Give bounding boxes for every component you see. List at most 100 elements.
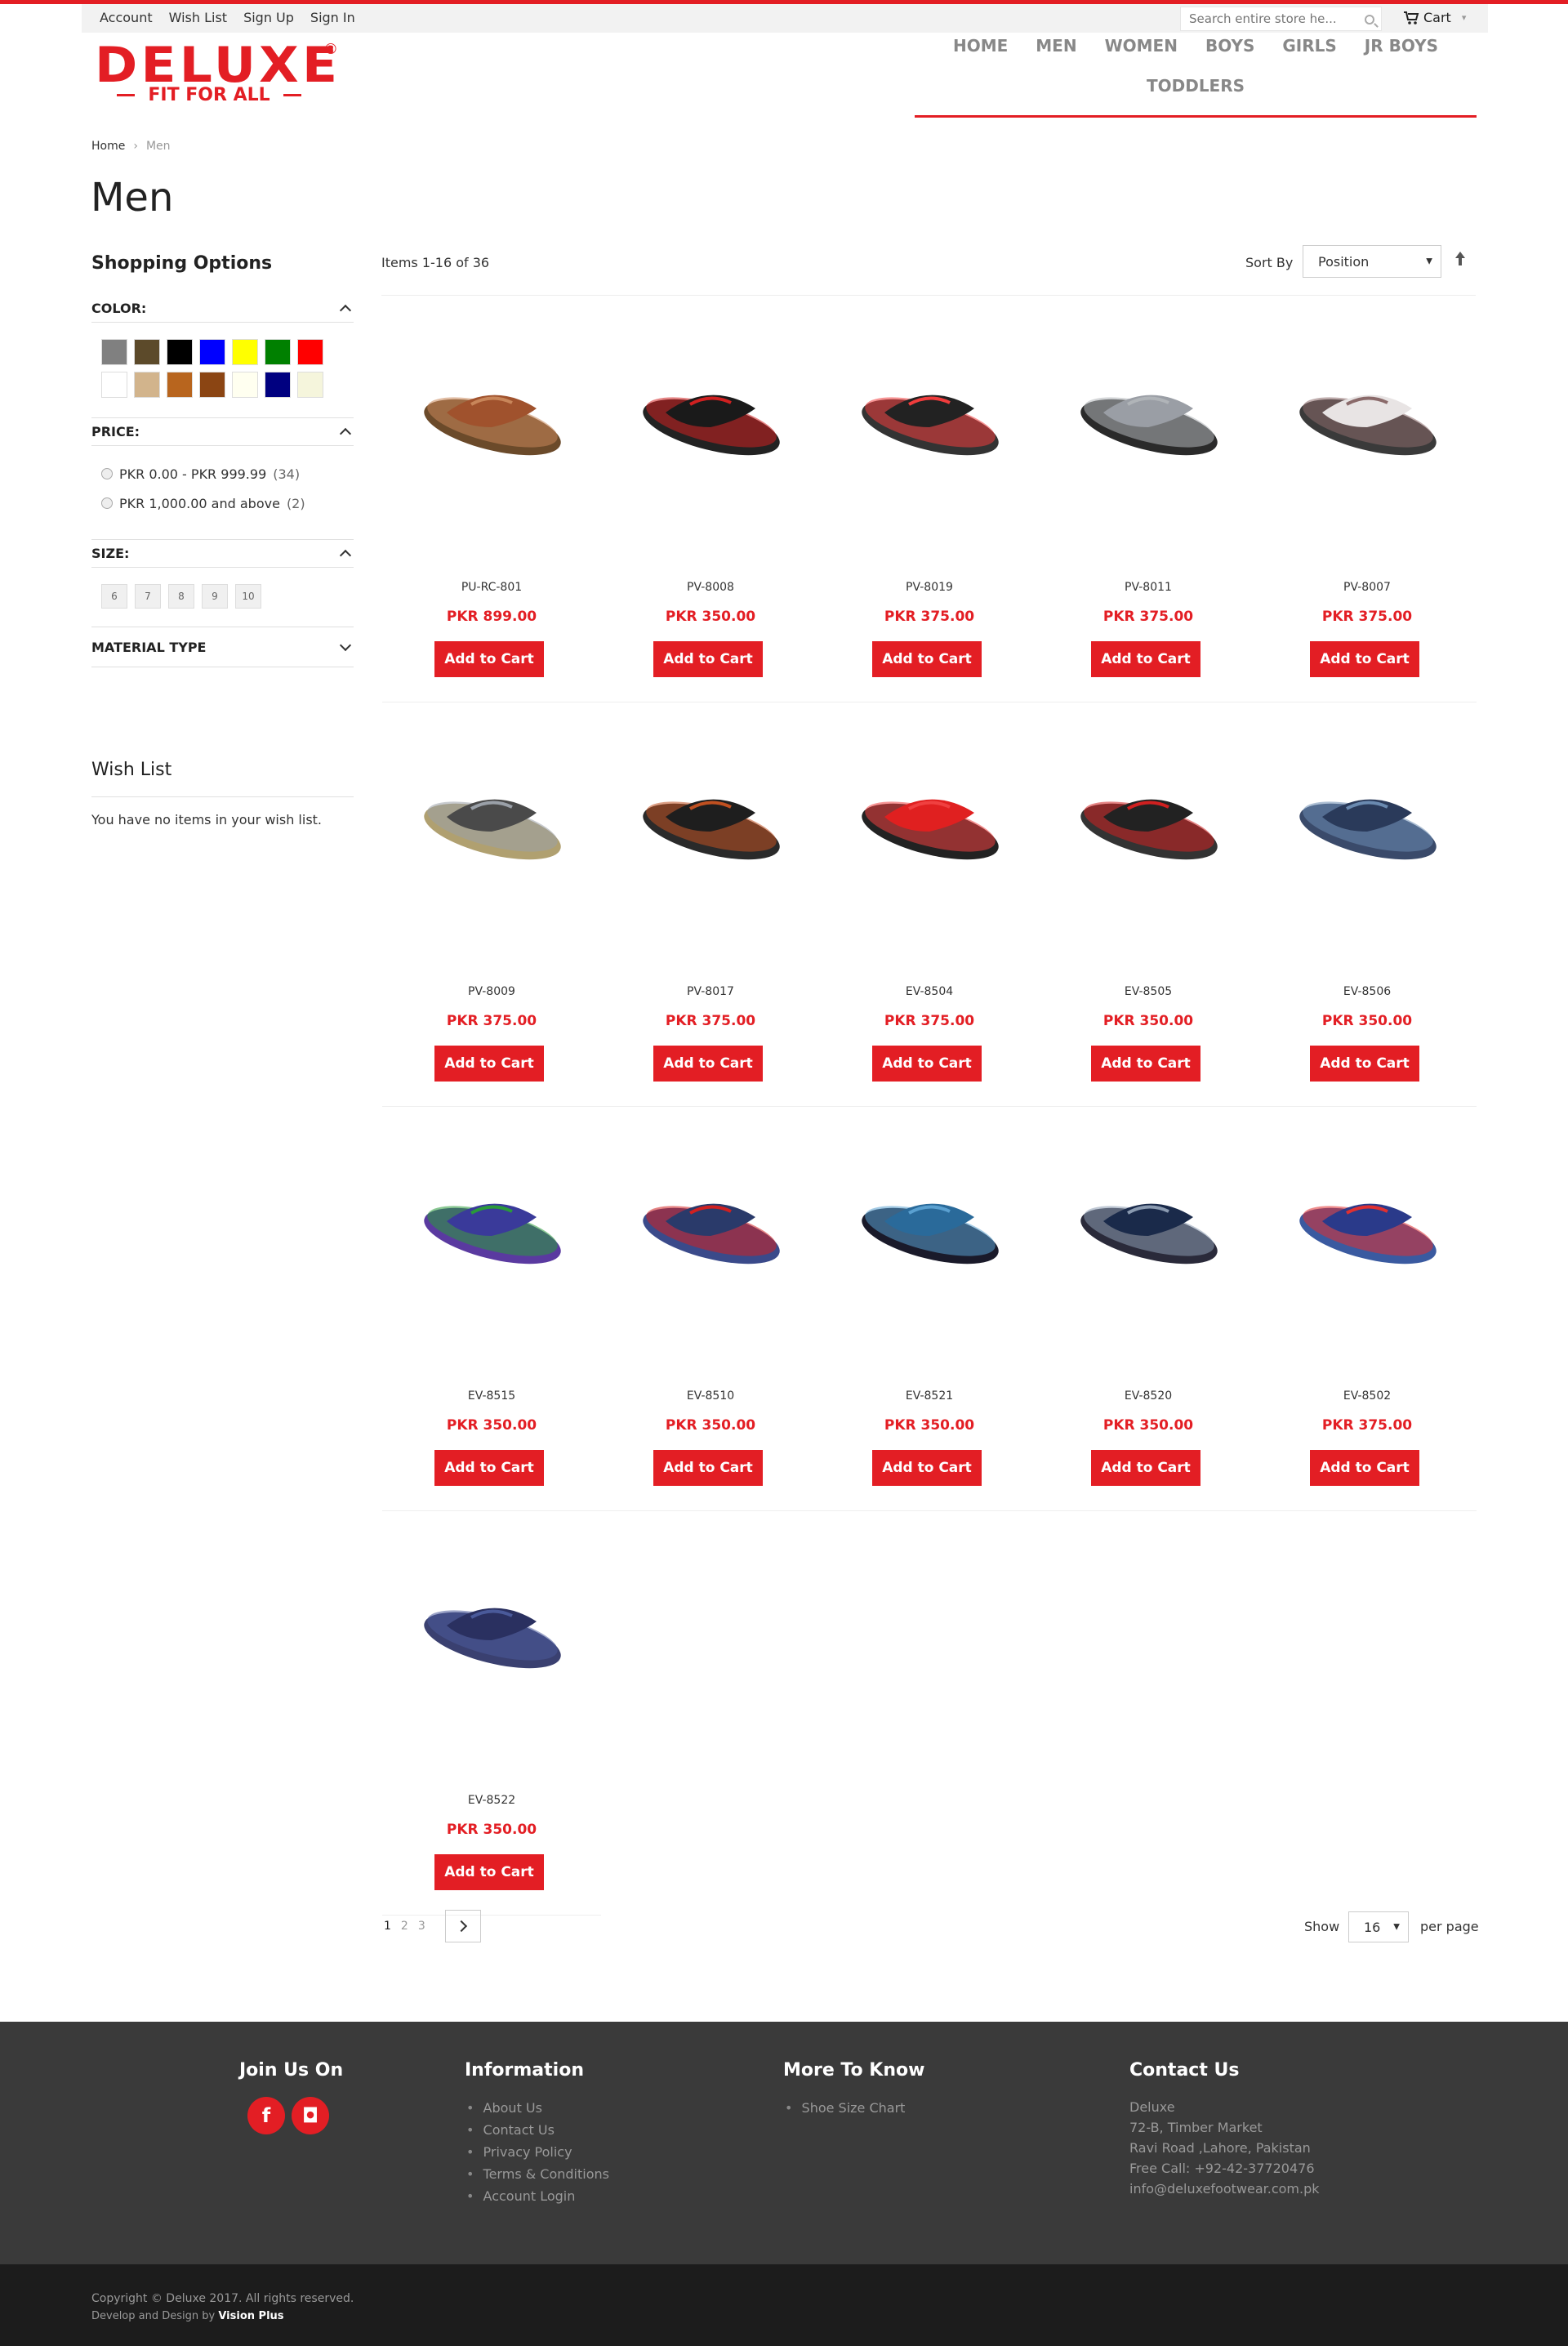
credit-link[interactable]: Vision Plus <box>218 2310 283 2322</box>
price-option[interactable]: PKR 1,000.00 and above (2) <box>101 488 344 518</box>
product-name[interactable]: PV-8011 <box>1039 581 1258 594</box>
add-to-cart-button[interactable]: Add to Cart <box>434 1046 544 1082</box>
product-name[interactable]: EV-8520 <box>1039 1389 1258 1403</box>
nav-home[interactable]: HOME <box>939 36 1022 56</box>
add-to-cart-button[interactable]: Add to Cart <box>872 641 982 677</box>
price-filter-header[interactable]: PRICE: <box>91 418 354 446</box>
page-3[interactable]: 3 <box>418 1920 425 1933</box>
page-1[interactable]: 1 <box>384 1920 391 1933</box>
product-name[interactable]: EV-8515 <box>382 1389 601 1403</box>
product-image[interactable] <box>402 347 581 478</box>
color-swatch[interactable] <box>232 339 258 365</box>
size-option[interactable]: 10 <box>235 584 261 609</box>
product-image[interactable] <box>621 752 800 882</box>
color-swatch[interactable] <box>134 372 160 398</box>
nav-men[interactable]: MEN <box>1022 36 1090 56</box>
product-name[interactable]: EV-8521 <box>820 1389 1039 1403</box>
footer-link-login[interactable]: Account Login <box>466 2185 609 2207</box>
product-image[interactable] <box>402 752 581 882</box>
nav-jr-boys[interactable]: JR BOYS <box>1351 36 1452 56</box>
size-option[interactable]: 9 <box>202 584 228 609</box>
footer-link-about[interactable]: About Us <box>466 2097 609 2119</box>
color-swatch[interactable] <box>167 339 193 365</box>
search-icon[interactable] <box>1365 15 1374 25</box>
product-name[interactable]: PV-8008 <box>601 581 820 594</box>
price-option[interactable]: PKR 0.00 - PKR 999.99 (34) <box>101 459 344 488</box>
logo[interactable]: DELUXE ® FIT FOR ALL <box>95 41 340 108</box>
breadcrumb-home[interactable]: Home <box>91 140 125 153</box>
product-name[interactable]: EV-8504 <box>820 985 1039 998</box>
product-image[interactable] <box>1058 347 1238 478</box>
add-to-cart-button[interactable]: Add to Cart <box>872 1450 982 1486</box>
wish-list-link[interactable]: Wish List <box>169 10 227 25</box>
product-name[interactable]: EV-8506 <box>1258 985 1477 998</box>
sort-direction-icon[interactable] <box>1454 252 1467 268</box>
add-to-cart-button[interactable]: Add to Cart <box>434 1450 544 1486</box>
color-swatch[interactable] <box>199 339 225 365</box>
add-to-cart-button[interactable]: Add to Cart <box>872 1046 982 1082</box>
add-to-cart-button[interactable]: Add to Cart <box>1310 1450 1419 1486</box>
color-swatch[interactable] <box>265 339 291 365</box>
color-swatch[interactable] <box>167 372 193 398</box>
add-to-cart-button[interactable]: Add to Cart <box>653 1450 763 1486</box>
add-to-cart-button[interactable]: Add to Cart <box>653 1046 763 1082</box>
size-option[interactable]: 8 <box>168 584 194 609</box>
sign-in-link[interactable]: Sign In <box>310 10 355 25</box>
product-image[interactable] <box>1277 347 1457 478</box>
color-swatch[interactable] <box>134 339 160 365</box>
cart-button[interactable]: Cart ▾ <box>1403 10 1466 25</box>
size-option[interactable]: 6 <box>101 584 127 609</box>
nav-toddlers[interactable]: TODDLERS <box>1133 76 1258 96</box>
product-name[interactable]: PV-8019 <box>820 581 1039 594</box>
product-name[interactable]: PV-8007 <box>1258 581 1477 594</box>
size-option[interactable]: 7 <box>135 584 161 609</box>
product-image[interactable] <box>840 347 1019 478</box>
sort-select[interactable]: Position ▼ <box>1303 245 1441 278</box>
product-name[interactable]: PV-8009 <box>382 985 601 998</box>
product-image[interactable] <box>1058 752 1238 882</box>
product-name[interactable]: EV-8510 <box>601 1389 820 1403</box>
color-swatch[interactable] <box>265 372 291 398</box>
add-to-cart-button[interactable]: Add to Cart <box>1310 1046 1419 1082</box>
add-to-cart-button[interactable]: Add to Cart <box>1310 641 1419 677</box>
contact-email[interactable]: info@deluxefootwear.com.pk <box>1129 2179 1320 2199</box>
product-image[interactable] <box>402 1560 581 1691</box>
radio-button[interactable] <box>101 468 113 479</box>
color-swatch[interactable] <box>199 372 225 398</box>
nav-girls[interactable]: GIRLS <box>1268 36 1350 56</box>
next-page-button[interactable] <box>444 1910 481 1942</box>
product-image[interactable] <box>1277 1156 1457 1287</box>
product-image[interactable] <box>1277 752 1457 882</box>
color-swatch[interactable] <box>101 339 127 365</box>
sign-up-link[interactable]: Sign Up <box>243 10 294 25</box>
radio-button[interactable] <box>101 497 113 509</box>
add-to-cart-button[interactable]: Add to Cart <box>434 641 544 677</box>
page-2[interactable]: 2 <box>401 1920 408 1933</box>
color-swatch[interactable] <box>232 372 258 398</box>
color-swatch[interactable] <box>297 339 323 365</box>
nav-boys[interactable]: BOYS <box>1192 36 1268 56</box>
color-swatch[interactable] <box>297 372 323 398</box>
add-to-cart-button[interactable]: Add to Cart <box>1091 1450 1200 1486</box>
product-image[interactable] <box>621 347 800 478</box>
product-image[interactable] <box>1058 1156 1238 1287</box>
search-input[interactable] <box>1181 7 1381 30</box>
footer-link-size-chart[interactable]: Shoe Size Chart <box>785 2097 924 2119</box>
product-name[interactable]: PV-8017 <box>601 985 820 998</box>
product-image[interactable] <box>840 752 1019 882</box>
footer-link-terms[interactable]: Terms & Conditions <box>466 2163 609 2185</box>
instagram-icon[interactable]: ◘ <box>292 2097 329 2134</box>
account-link[interactable]: Account <box>100 10 153 25</box>
add-to-cart-button[interactable]: Add to Cart <box>1091 641 1200 677</box>
product-image[interactable] <box>621 1156 800 1287</box>
product-name[interactable]: EV-8522 <box>382 1794 601 1807</box>
product-name[interactable]: EV-8502 <box>1258 1389 1477 1403</box>
product-name[interactable]: PU-RC-801 <box>382 581 601 594</box>
add-to-cart-button[interactable]: Add to Cart <box>653 641 763 677</box>
product-name[interactable]: EV-8505 <box>1039 985 1258 998</box>
add-to-cart-button[interactable]: Add to Cart <box>1091 1046 1200 1082</box>
size-filter-header[interactable]: SIZE: <box>91 540 354 568</box>
nav-women[interactable]: WOMEN <box>1091 36 1192 56</box>
per-page-select[interactable]: 16 ▼ <box>1348 1911 1409 1942</box>
material-filter-header[interactable]: MATERIAL TYPE <box>91 627 354 667</box>
